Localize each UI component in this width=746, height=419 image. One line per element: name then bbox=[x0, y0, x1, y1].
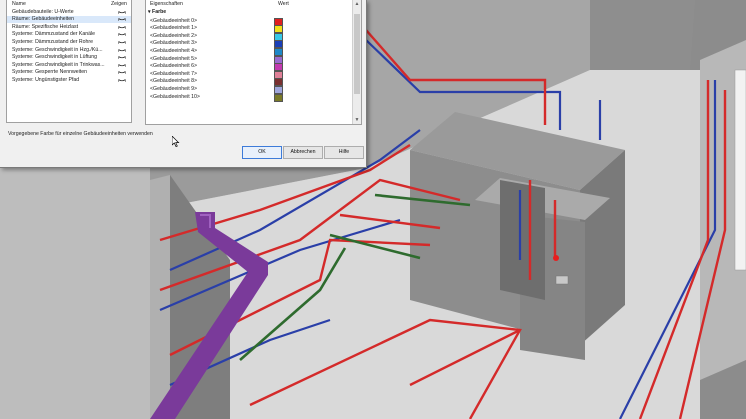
property-row[interactable]: <Gebäudeeinheit 6> bbox=[146, 63, 350, 72]
scheme-list-item-label: Systeme: Geschwindigkeit in Lüftung bbox=[12, 54, 98, 61]
visibility-eye-icon[interactable] bbox=[118, 48, 126, 52]
property-row[interactable]: <Gebäudeeinheit 7> bbox=[146, 70, 350, 79]
property-row[interactable]: <Gebäudeeinheit 4> bbox=[146, 47, 350, 56]
inner-shaft-inside bbox=[500, 180, 545, 300]
visibility-eye-icon[interactable] bbox=[118, 40, 126, 44]
property-group-label: Farbe bbox=[152, 9, 167, 15]
building-unit-label: <Gebäudeeinheit 10> bbox=[150, 93, 200, 100]
scheme-list-item-label: Systeme: Geschwindigkeit in Trinkwas... bbox=[12, 61, 105, 68]
property-row[interactable]: <Gebäudeeinheit 2> bbox=[146, 32, 350, 41]
scheme-list-item[interactable]: Systeme: Dämmzustand der Rohre bbox=[7, 38, 131, 46]
scroll-up-icon[interactable]: ▲ bbox=[353, 0, 361, 8]
building-unit-label: <Gebäudeeinheit 5> bbox=[150, 55, 198, 62]
property-row[interactable]: <Gebäudeeinheit 9> bbox=[146, 85, 350, 94]
door-panel bbox=[734, 69, 746, 271]
visibility-eye-icon[interactable] bbox=[118, 55, 126, 59]
properties-header: Eigenschaften bbox=[150, 1, 183, 7]
scheme-list-item[interactable]: Systeme: Geschwindigkeit in Hzg./Kü... bbox=[7, 46, 131, 54]
scheme-list-item[interactable]: Systeme: Geschwindigkeit in Trinkwas... bbox=[7, 61, 131, 69]
visibility-eye-icon[interactable] bbox=[118, 17, 126, 21]
building-unit-label: <Gebäudeeinheit 9> bbox=[150, 85, 198, 92]
visibility-eye-icon[interactable] bbox=[118, 70, 126, 75]
property-row[interactable]: <Gebäudeeinheit 3> bbox=[146, 40, 350, 49]
scheme-list-item-label: Systeme: Dämmzustand der Rohre bbox=[12, 38, 94, 45]
building-unit-label: <Gebäudeeinheit 1> bbox=[150, 25, 198, 32]
list-header: Name Zeigen bbox=[7, 0, 131, 8]
scheme-list-item[interactable]: Systeme: Gesperrte Nennweiten bbox=[7, 69, 131, 77]
scheme-list-item[interactable]: Systeme: Dämmzustand der Kanäle bbox=[7, 31, 131, 39]
scheme-list-item[interactable]: Gebäudebauteile: U-Werte bbox=[7, 8, 131, 16]
scheme-list-item-label: Systeme: Dämmzustand der Kanäle bbox=[12, 31, 96, 38]
scheme-list-item-label: Systeme: Geschwindigkeit in Hzg./Kü... bbox=[12, 46, 103, 53]
visibility-eye-icon[interactable] bbox=[118, 10, 126, 14]
scheme-list-item-label: Räume: Gebäudeeinheiten bbox=[12, 16, 75, 23]
properties-scrollbar[interactable]: ▲ ▼ bbox=[352, 0, 361, 124]
help-button[interactable]: Hilfe bbox=[324, 146, 364, 159]
building-unit-label: <Gebäudeeinheit 3> bbox=[150, 40, 198, 47]
building-unit-label: <Gebäudeeinheit 2> bbox=[150, 32, 198, 39]
color-scheme-dialog: Name Zeigen Gebäudebauteile: U-Werte Räum… bbox=[0, 0, 367, 168]
property-row[interactable]: <Gebäudeeinheit 8> bbox=[146, 78, 350, 87]
value-header: Wert bbox=[278, 1, 289, 7]
scheme-list-item[interactable]: Systeme: Geschwindigkeit in Lüftung bbox=[7, 54, 131, 62]
scheme-list-item-label: Gebäudebauteile: U-Werte bbox=[12, 8, 74, 15]
building-unit-label: <Gebäudeeinheit 4> bbox=[150, 47, 198, 54]
visibility-eye-icon[interactable] bbox=[118, 63, 126, 67]
building-unit-label: <Gebäudeeinheit 7> bbox=[150, 70, 198, 77]
left-wall bbox=[150, 175, 170, 419]
visibility-eye-icon[interactable] bbox=[118, 78, 126, 82]
fitting-block bbox=[555, 275, 569, 285]
building-unit-label: <Gebäudeeinheit 6> bbox=[150, 63, 198, 70]
property-row[interactable]: <Gebäudeeinheit 0> bbox=[146, 17, 350, 26]
ok-button[interactable]: OK bbox=[242, 146, 282, 159]
color-scheme-list[interactable]: Name Zeigen Gebäudebauteile: U-Werte Räum… bbox=[6, 0, 132, 123]
scheme-list-item-label: Räume: Spezifische Heizlast bbox=[12, 23, 79, 30]
scheme-list-item[interactable]: Systeme: Ungünstigster Pfad bbox=[7, 76, 131, 84]
scheme-list-item-label: Systeme: Ungünstigster Pfad bbox=[12, 76, 80, 83]
top-right-block bbox=[590, 0, 695, 70]
property-group-color[interactable]: ▾ Farbe bbox=[148, 9, 166, 15]
valve-marker bbox=[553, 255, 559, 261]
scheme-list-item[interactable]: Räume: Spezifische Heizlast bbox=[7, 23, 131, 31]
properties-panel[interactable]: Eigenschaften Wert ▾ Farbe <Gebäudeeinhe… bbox=[145, 0, 362, 125]
scroll-thumb[interactable] bbox=[354, 14, 360, 94]
description-text: Vorgegebene Farbe für einzelne Gebäudeei… bbox=[8, 131, 153, 137]
scheme-list-item[interactable]: Räume: Gebäudeeinheiten bbox=[7, 15, 131, 24]
property-row[interactable]: <Gebäudeeinheit 1> bbox=[146, 25, 350, 34]
mouse-cursor-icon bbox=[172, 136, 180, 147]
property-row[interactable]: <Gebäudeeinheit 10> bbox=[146, 93, 350, 102]
building-unit-label: <Gebäudeeinheit 0> bbox=[150, 17, 198, 24]
column-header-show: Zeigen bbox=[111, 1, 127, 7]
visibility-eye-icon[interactable] bbox=[118, 32, 126, 37]
cancel-button[interactable]: Abbrechen bbox=[283, 146, 323, 159]
property-row[interactable]: <Gebäudeeinheit 5> bbox=[146, 55, 350, 64]
visibility-eye-icon[interactable] bbox=[118, 25, 126, 29]
scroll-down-icon[interactable]: ▼ bbox=[353, 116, 361, 124]
scheme-list-item-label: Systeme: Gesperrte Nennweiten bbox=[12, 69, 87, 76]
building-unit-label: <Gebäudeeinheit 8> bbox=[150, 78, 198, 85]
color-swatch[interactable] bbox=[274, 93, 283, 102]
column-header-name: Name bbox=[12, 1, 26, 7]
